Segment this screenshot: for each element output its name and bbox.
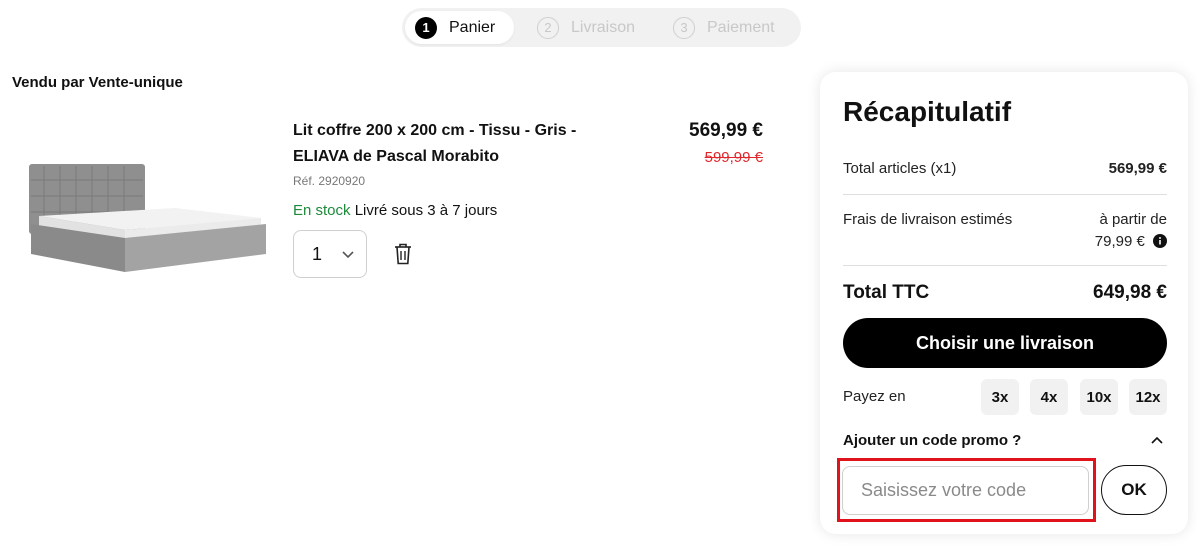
pay-in-label: Payez en	[843, 388, 906, 405]
product-title-line: Lit coffre 200 x 200 cm - Tissu - Gris -	[293, 122, 577, 139]
total-value: 649,98 €	[1093, 282, 1167, 303]
step-number: 1	[415, 16, 437, 39]
step-paiement[interactable]: 3 Paiement	[673, 8, 775, 47]
divider	[843, 265, 1167, 266]
step-number: 2	[537, 16, 559, 39]
trash-icon[interactable]	[392, 242, 414, 266]
articles-total-label: Total articles (x1)	[843, 160, 957, 177]
promo-code-input[interactable]	[842, 466, 1089, 515]
info-icon[interactable]	[1153, 234, 1167, 248]
product-reference: Réf. 2920920	[293, 174, 366, 188]
step-label: Panier	[449, 18, 496, 36]
delivery-estimate: Livré sous 3 à 7 jours	[354, 202, 498, 219]
pay-option-3x[interactable]: 3x	[981, 379, 1019, 415]
choose-delivery-button[interactable]: Choisir une livraison	[843, 318, 1167, 368]
shipping-value-prefix: à partir de	[1099, 211, 1167, 228]
shipping-value-amount: 79,99 €	[1094, 233, 1145, 250]
product-old-price: 599,99 €	[704, 149, 763, 166]
total-label: Total TTC	[843, 282, 930, 303]
promo-ok-button[interactable]: OK	[1101, 465, 1167, 515]
quantity-value: 1	[312, 243, 323, 264]
step-label: Paiement	[707, 18, 775, 36]
shipping-label: Frais de livraison estimés	[843, 211, 1013, 228]
shipping-row: Frais de livraison estimés à partir de 7…	[843, 211, 1167, 250]
quantity-select[interactable]: 1	[293, 230, 367, 278]
product-title[interactable]: Lit coffre 200 x 200 cm - Tissu - Gris -…	[293, 118, 623, 170]
in-stock-label: En stock	[293, 202, 351, 219]
divider	[843, 194, 1167, 195]
step-number: 3	[673, 16, 695, 39]
chevron-down-icon	[342, 251, 354, 259]
promo-code-toggle[interactable]: Ajouter un code promo ?	[843, 432, 1021, 449]
pay-option-4x[interactable]: 4x	[1030, 379, 1068, 415]
articles-total-value: 569,99 €	[1108, 160, 1167, 177]
product-price: 569,99 €	[689, 120, 763, 141]
chevron-up-icon[interactable]	[1150, 434, 1164, 446]
step-livraison[interactable]: 2 Livraison	[537, 8, 635, 47]
bed-image[interactable]	[25, 160, 270, 275]
total-row: Total TTC 649,98 €	[843, 282, 1167, 304]
articles-total-row: Total articles (x1) 569,99 €	[843, 160, 1167, 177]
summary-title: Récapitulatif	[843, 96, 1012, 127]
pay-option-12x[interactable]: 12x	[1129, 379, 1167, 415]
step-label: Livraison	[571, 18, 636, 36]
seller-label: Vendu par Vente-unique	[12, 74, 183, 91]
checkout-stepper: 1 Panier 2 Livraison 3 Paiement	[402, 8, 801, 47]
stock-status: En stock Livré sous 3 à 7 jours	[293, 202, 497, 219]
pay-option-10x[interactable]: 10x	[1080, 379, 1118, 415]
step-panier[interactable]: 1 Panier	[405, 11, 514, 44]
product-title-line: ELIAVA de Pascal Morabito	[293, 148, 499, 165]
shipping-value: à partir de 79,99 €	[1095, 209, 1167, 253]
